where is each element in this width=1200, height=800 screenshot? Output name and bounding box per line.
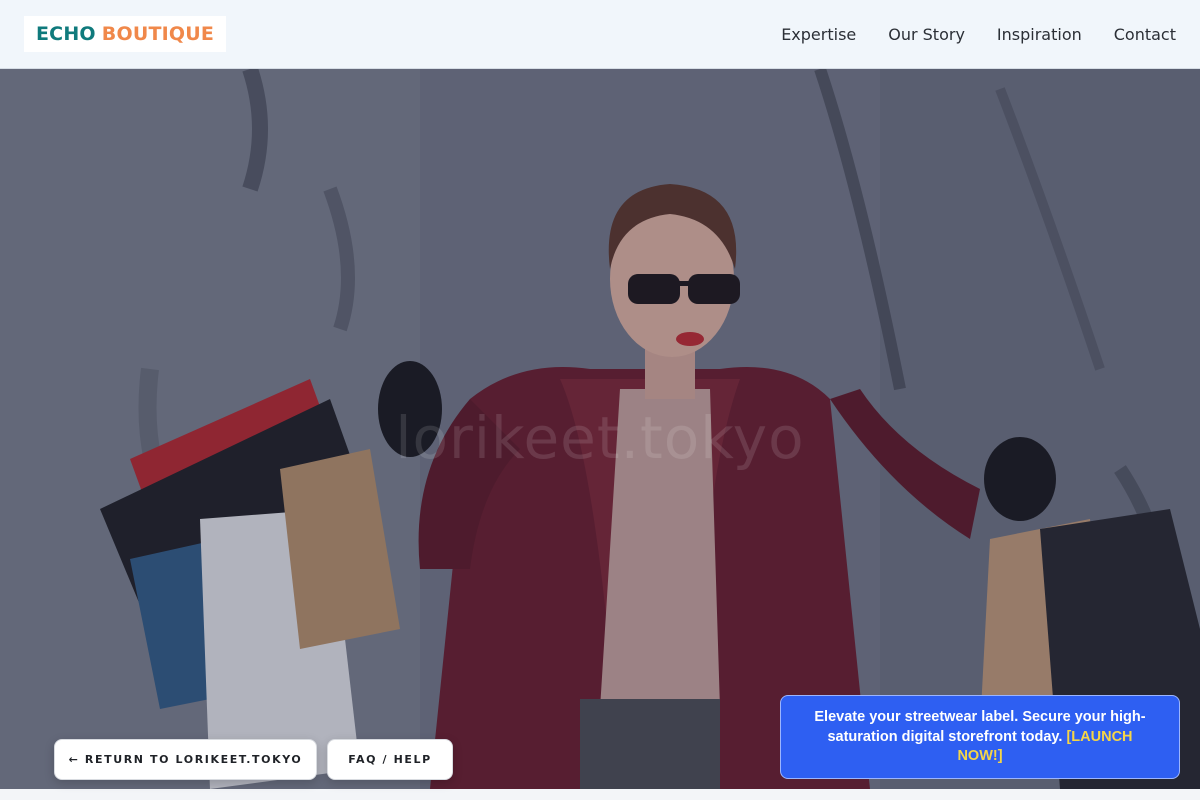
site-logo[interactable]: ECHO BOUTIQUE	[24, 16, 227, 52]
hero-section: lorikeet.tokyo	[0, 69, 1200, 789]
site-header: ECHO BOUTIQUE Expertise Our Story Inspir…	[0, 0, 1200, 69]
nav-link-inspiration[interactable]: Inspiration	[997, 25, 1082, 44]
nav-link-contact[interactable]: Contact	[1114, 25, 1176, 44]
main-nav: Expertise Our Story Inspiration Contact	[781, 25, 1176, 44]
promo-banner[interactable]: Elevate your streetwear label. Secure yo…	[780, 695, 1180, 779]
faq-help-button[interactable]: FAQ / HELP	[327, 739, 453, 780]
nav-link-expertise[interactable]: Expertise	[781, 25, 856, 44]
return-to-site-button[interactable]: ← RETURN TO LORIKEET.TOKYO	[54, 739, 317, 780]
nav-link-our-story[interactable]: Our Story	[888, 25, 965, 44]
watermark-text: lorikeet.tokyo	[395, 404, 805, 472]
logo-text-echo: ECHO	[36, 23, 96, 45]
footer-strip	[0, 789, 1200, 800]
logo-text-boutique: BOUTIQUE	[101, 23, 215, 45]
